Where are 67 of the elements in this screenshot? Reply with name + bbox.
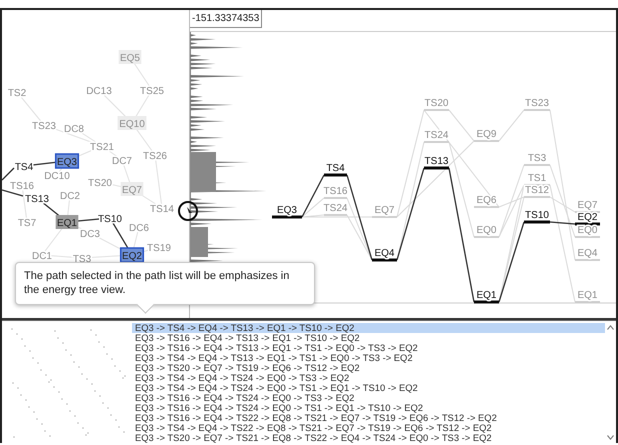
energy-level[interactable]: EQ0	[575, 225, 600, 238]
tooltip-text: The path selected in the path list will be emphasizes in the energy tree view.	[24, 270, 290, 296]
energy-level[interactable]: EQ2	[575, 212, 600, 226]
path-list-item[interactable]: EQ3 -> TS4 -> EQ4 -> TS24 -> EQ0 -> TS1 -> EQ1 -> TS10 -> EQ2	[132, 383, 605, 393]
energy-level[interactable]: EQ3	[272, 205, 302, 218]
network-node[interactable]: TS2	[8, 88, 26, 99]
scroll-down-icon[interactable]	[607, 435, 614, 440]
network-node[interactable]: TS4	[14, 162, 34, 173]
energy-level[interactable]: EQ0	[474, 225, 499, 238]
energy-level[interactable]: TS20	[424, 98, 449, 111]
energy-level[interactable]: TS13	[424, 156, 449, 170]
path-list-item[interactable]: EQ3 -> TS4 -> EQ4 -> TS22 -> EQ8 -> TS21 -> EQ7 -> TS19 -> EQ6 -> TS12 -> EQ2	[132, 423, 605, 433]
network-node[interactable]: TS26	[143, 151, 167, 162]
network-node[interactable]: TS21	[90, 142, 114, 153]
path-list-item[interactable]: EQ3 -> TS4 -> EQ4 -> TS13 -> EQ1 -> TS1 -> EQ0 -> TS3 -> EQ2	[132, 353, 605, 363]
network-node[interactable]: TS25	[140, 86, 164, 97]
energy-level[interactable]: EQ4	[575, 248, 600, 261]
energy-level[interactable]: TS3	[524, 153, 550, 166]
network-node[interactable]: EQ3	[54, 153, 80, 169]
energy-level[interactable]: TS16	[324, 186, 348, 199]
path-list-item[interactable]: EQ3 -> TS20 -> EQ7 -> TS19 -> EQ6 -> TS12 -> EQ2	[132, 363, 605, 373]
network-node[interactable]: TS20	[88, 178, 112, 189]
path-list-item[interactable]: EQ3 -> TS16 -> EQ4 -> TS13 -> EQ1 -> TS10 -> EQ2	[132, 333, 605, 343]
network-node[interactable]: TS3	[72, 254, 92, 265]
network-node[interactable]: TS7	[18, 218, 36, 229]
network-node[interactable]: TS16	[10, 181, 34, 192]
energy-level[interactable]: TS1	[524, 173, 550, 186]
network-node[interactable]: TS14	[150, 204, 174, 215]
energy-level[interactable]: TS24	[424, 130, 449, 143]
energy-level[interactable]: EQ6	[474, 195, 499, 208]
network-node[interactable]: DC1	[32, 251, 52, 262]
path-list-item[interactable]: EQ3 -> TS4 -> EQ4 -> TS24 -> EQ0 -> TS3 -> EQ2	[132, 373, 605, 383]
path-list-item[interactable]: EQ3 -> TS16 -> EQ4 -> TS13 -> EQ1 -> TS1 -> EQ0 -> TS3 -> EQ2	[132, 343, 605, 353]
scroll-up-icon[interactable]	[607, 325, 614, 330]
network-node[interactable]: TS23	[32, 121, 56, 132]
network-node[interactable]: EQ1	[56, 215, 78, 229]
path-list-item[interactable]: EQ3 -> TS20 -> EQ7 -> TS21 -> EQ8 -> TS22 -> EQ4 -> TS24 -> EQ0 -> TS3 -> EQ2	[132, 433, 605, 443]
path-list-item[interactable]: EQ3 -> TS16 -> EQ4 -> TS24 -> EQ0 -> TS1 -> EQ1 -> TS10 -> EQ2	[132, 403, 605, 413]
edge-line	[2, 168, 14, 180]
energy-level[interactable]: EQ1	[474, 290, 499, 304]
network-node[interactable]: DC3	[80, 229, 100, 240]
cursor-ring-icon	[177, 200, 199, 222]
energy-level[interactable]: EQ4	[372, 248, 397, 262]
energy-level[interactable]: TS24	[324, 203, 348, 216]
network-node[interactable]: EQ2	[120, 247, 144, 263]
network-node[interactable]: EQ7	[120, 182, 144, 196]
network-node[interactable]: TS19	[147, 243, 171, 254]
energy-level[interactable]: TS10	[524, 210, 550, 224]
network-node[interactable]: DC8	[64, 124, 84, 135]
energy-level[interactable]: EQ7	[575, 200, 600, 213]
network-node[interactable]: EQ10	[118, 116, 146, 130]
energy-level[interactable]: EQ7	[372, 205, 397, 218]
network-node[interactable]: DC10	[44, 171, 70, 182]
energy-level[interactable]: TS23	[524, 98, 550, 111]
path-list-item[interactable]: EQ3 -> TS4 -> EQ4 -> TS13 -> EQ1 -> TS10 -> EQ2	[132, 323, 605, 333]
energy-level[interactable]: TS12	[524, 185, 550, 198]
network-node[interactable]: DC6	[129, 223, 149, 234]
path-list-item[interactable]: EQ3 -> TS16 -> EQ4 -> TS22 -> EQ8 -> TS21 -> EQ7 -> TS19 -> EQ6 -> TS12 -> EQ2	[132, 413, 605, 423]
energy-level[interactable]: EQ1	[575, 290, 600, 303]
energy-level[interactable]: TS4	[324, 163, 347, 176]
network-node[interactable]: DC2	[60, 191, 80, 202]
path-list-item[interactable]: EQ3 -> TS16 -> EQ4 -> TS24 -> EQ0 -> TS3 -> EQ2	[132, 393, 605, 403]
network-node[interactable]: EQ5	[118, 50, 142, 64]
network-node[interactable]: DC7	[112, 156, 132, 167]
network-node[interactable]: DC13	[86, 86, 112, 97]
energy-level[interactable]: EQ9	[474, 129, 499, 142]
energy-field[interactable]: -151.33374353	[190, 10, 262, 28]
